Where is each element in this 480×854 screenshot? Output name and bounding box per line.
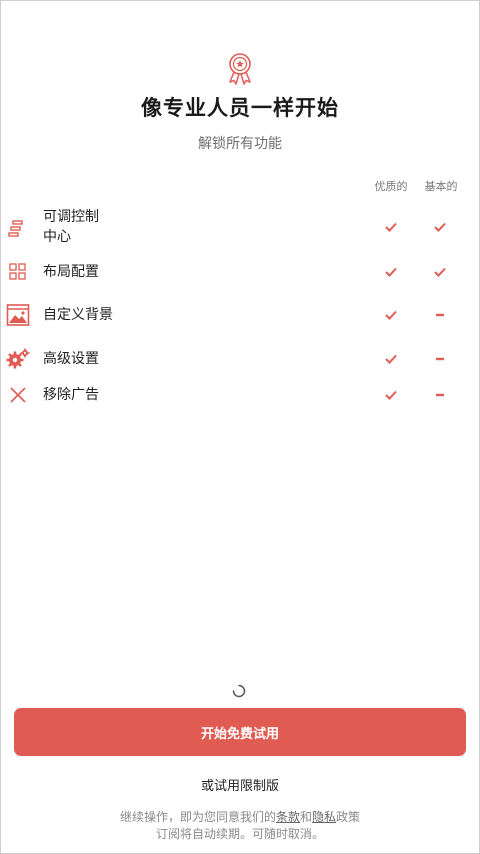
- premium-check-icon: [385, 267, 397, 277]
- feature-label: 自定义背景: [43, 307, 113, 323]
- auto-renew-notice: 订阅将自动续期。可随时取消。: [155, 827, 324, 841]
- layout-grid-icon: [9, 263, 26, 280]
- premium-check-icon: [385, 222, 397, 232]
- feature-row-control-center: 可调控制 中心: [0, 207, 480, 247]
- feature-label: 布局配置: [43, 264, 99, 280]
- terms-notice: 继续操作，即为您同意我们的条款和隐私政策 订阅将自动续期。可随时取消。: [0, 809, 480, 843]
- feature-label: 可调控制 中心: [43, 209, 99, 245]
- basic-check-icon: [434, 222, 446, 232]
- start-free-trial-button[interactable]: 开始免费试用: [14, 708, 466, 756]
- page-subtitle: 解锁所有功能: [198, 136, 282, 152]
- gears-icon: [6, 348, 30, 369]
- premium-check-icon: [385, 310, 397, 320]
- feature-row-advanced-settings: 高级设置: [0, 348, 480, 389]
- terms-link[interactable]: 条款: [276, 810, 300, 824]
- try-limited-version-link[interactable]: 或试用限制版: [0, 775, 480, 794]
- feature-label: 高级设置: [43, 351, 99, 367]
- basic-check-icon: [434, 267, 446, 277]
- basic-dash-icon: [436, 357, 444, 361]
- loading-spinner-icon: [232, 684, 246, 698]
- feature-label: 移除广告: [43, 387, 99, 403]
- feature-row-custom-background: 自定义背景: [0, 304, 480, 345]
- privacy-link[interactable]: 隐私: [312, 810, 336, 824]
- image-background-icon: [6, 304, 30, 326]
- feature-row-remove-ads: 移除广告: [0, 385, 480, 425]
- basic-dash-icon: [436, 313, 444, 317]
- column-header-premium: 优质的: [374, 180, 408, 193]
- award-badge-icon: [229, 53, 251, 85]
- column-header-basic: 基本的: [424, 180, 458, 193]
- sliders-icon: [8, 220, 23, 237]
- premium-check-icon: [385, 354, 397, 364]
- feature-row-layout: 布局配置: [0, 262, 480, 302]
- page-title: 像专业人员一样开始: [141, 96, 339, 120]
- close-x-icon: [10, 387, 26, 403]
- premium-check-icon: [385, 390, 397, 400]
- basic-dash-icon: [436, 393, 444, 397]
